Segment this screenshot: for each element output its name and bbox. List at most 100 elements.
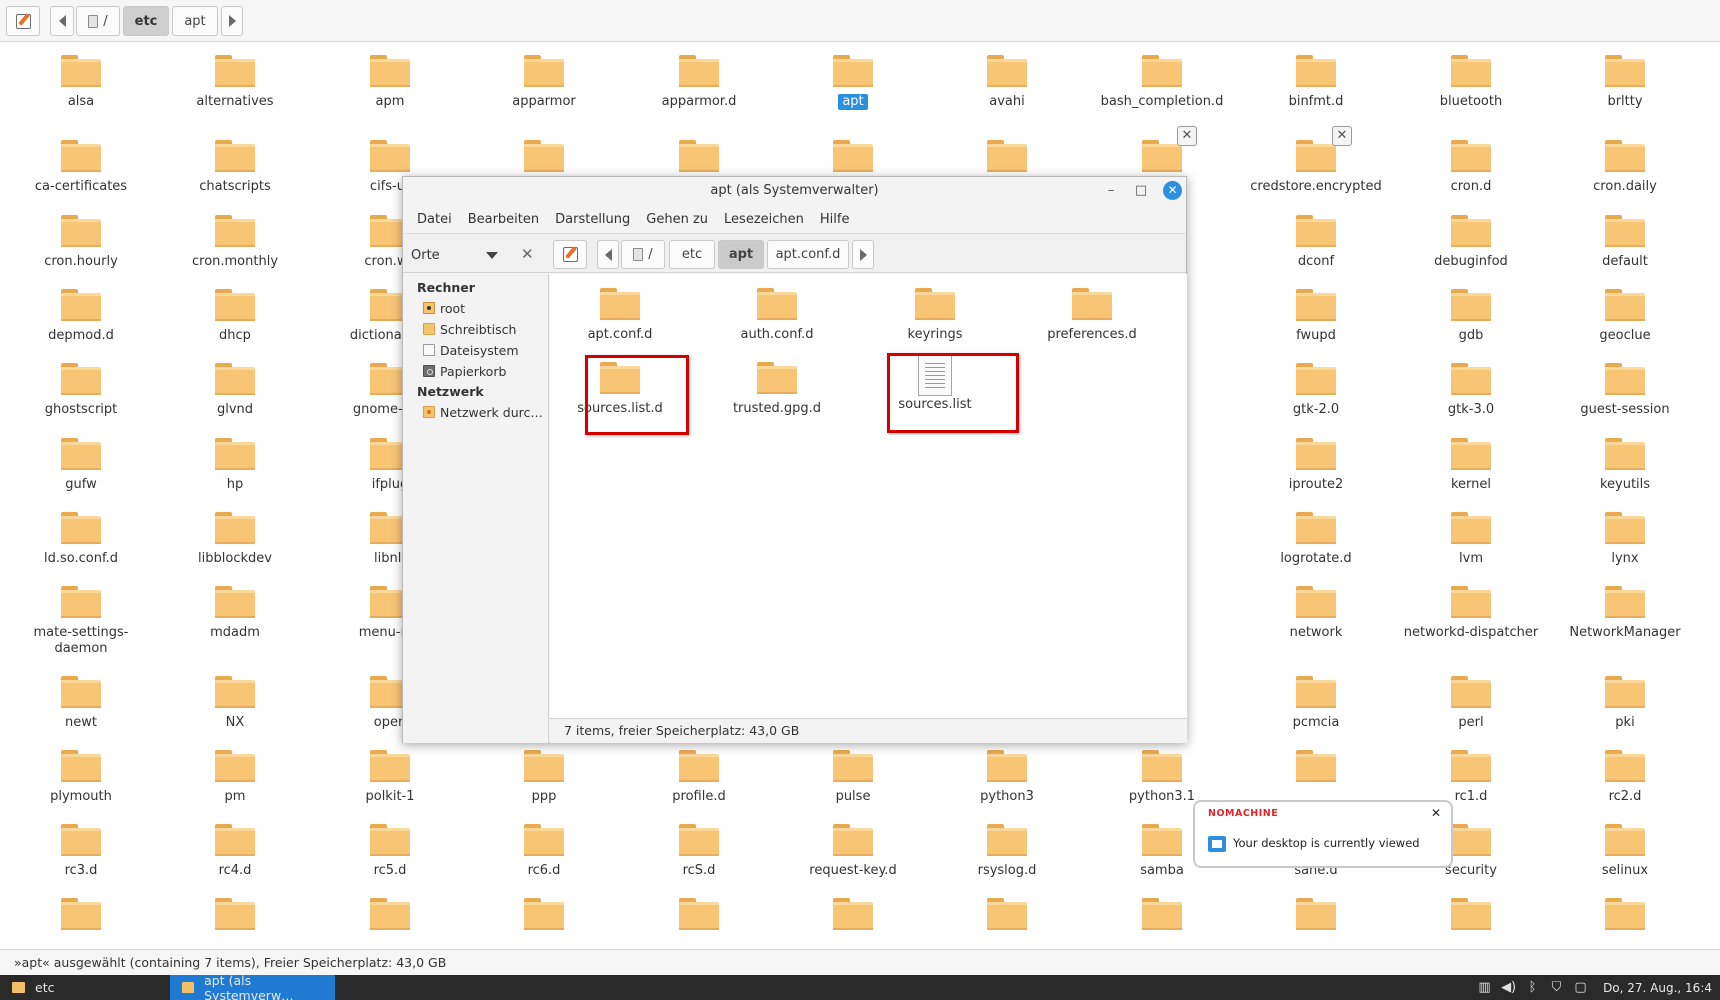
folder-item[interactable]: rc4.d xyxy=(160,824,310,879)
close-sidebar-icon[interactable]: ✕ xyxy=(521,245,534,263)
task-etc[interactable]: etc xyxy=(0,975,168,1000)
menu-datei[interactable]: Datei xyxy=(409,210,460,230)
folder-item[interactable]: alternatives xyxy=(160,55,310,110)
window-icon[interactable]: ▢ xyxy=(1573,980,1588,995)
folder-item[interactable]: network xyxy=(1241,586,1391,641)
folder-item[interactable]: dhcp xyxy=(160,289,310,344)
folder-item[interactable]: debuginfod xyxy=(1396,215,1546,270)
folder-item[interactable]: apt xyxy=(778,55,928,110)
folder-item[interactable]: chatscripts xyxy=(160,140,310,195)
menu-hilfe[interactable]: Hilfe xyxy=(812,210,858,230)
folder-item[interactable]: cron.d xyxy=(1396,140,1546,195)
close-button[interactable]: ✕ xyxy=(1163,181,1182,200)
folder-item[interactable]: keyrings xyxy=(865,288,1005,343)
folder-item[interactable]: python3.1 xyxy=(1087,750,1237,805)
folder-item[interactable]: preferences.d xyxy=(1022,288,1162,343)
sidebar-item-netzwerk[interactable]: Netzwerk durc… xyxy=(423,402,543,422)
sidebar-item-dateisystem[interactable]: Dateisystem xyxy=(423,340,519,360)
folder-item[interactable]: pm xyxy=(160,750,310,805)
folder-item[interactable] xyxy=(469,140,619,172)
folder-item[interactable] xyxy=(1241,898,1391,930)
folder-item[interactable]: request-key.d xyxy=(778,824,928,879)
folder-item[interactable]: rc1.d xyxy=(1396,750,1546,805)
close-icon[interactable]: ✕ xyxy=(1177,126,1197,146)
folder-item[interactable]: cron.daily xyxy=(1550,140,1700,195)
sidebar-item-schreibtisch[interactable]: Schreibtisch xyxy=(423,319,516,339)
folder-item[interactable]: iproute2 xyxy=(1241,438,1391,493)
folder-item[interactable] xyxy=(315,898,465,930)
folder-item[interactable]: apparmor.d xyxy=(624,55,774,110)
clock[interactable]: Do, 27. Aug., 16:4 xyxy=(1603,981,1712,995)
minimize-button[interactable]: – xyxy=(1103,183,1119,199)
volume-icon[interactable]: ◀) xyxy=(1501,980,1516,995)
crumb-etc[interactable]: etc xyxy=(669,240,715,269)
folder-item[interactable]: logrotate.d xyxy=(1241,512,1391,567)
folder-item[interactable]: rcS.d xyxy=(624,824,774,879)
folder-item[interactable] xyxy=(6,898,156,930)
menu-gehen-zu[interactable]: Gehen zu xyxy=(638,210,716,230)
crumb-apt[interactable]: apt xyxy=(172,6,218,36)
folder-item[interactable]: fwupd xyxy=(1241,289,1391,344)
back-button[interactable] xyxy=(597,240,619,269)
folder-item[interactable]: gtk-2.0 xyxy=(1241,363,1391,418)
folder-item[interactable]: trusted.gpg.d xyxy=(707,362,847,417)
folder-item[interactable]: lvm xyxy=(1396,512,1546,567)
folder-item[interactable] xyxy=(1241,750,1391,782)
folder-item[interactable]: cron.hourly xyxy=(6,215,156,270)
folder-item[interactable]: rc2.d xyxy=(1550,750,1700,805)
folder-item[interactable]: gufw xyxy=(6,438,156,493)
maximize-button[interactable]: □ xyxy=(1133,183,1149,199)
folder-item[interactable] xyxy=(778,898,928,930)
menu-darstellung[interactable]: Darstellung xyxy=(547,210,638,230)
folder-item[interactable]: polkit-1 xyxy=(315,750,465,805)
folder-item[interactable]: bash_completion.d xyxy=(1087,55,1237,110)
folder-item[interactable]: python3 xyxy=(932,750,1082,805)
places-select[interactable]: Orte ✕ xyxy=(411,242,536,268)
crumb-root[interactable]: / xyxy=(76,6,120,36)
menu-lesezeichen[interactable]: Lesezeichen xyxy=(716,210,812,230)
folder-item[interactable]: geoclue xyxy=(1550,289,1700,344)
folder-item[interactable]: guest-session xyxy=(1550,363,1700,418)
crumb-root[interactable]: / xyxy=(621,240,665,269)
folder-item[interactable]: apt.conf.d xyxy=(550,288,690,343)
folder-item[interactable]: pki xyxy=(1550,676,1700,731)
folder-item[interactable] xyxy=(1550,898,1700,930)
crumb-apt[interactable]: apt xyxy=(718,240,764,269)
menu-bearbeiten[interactable]: Bearbeiten xyxy=(460,210,547,230)
folder-item[interactable]: mdadm xyxy=(160,586,310,641)
folder-item[interactable]: networkd-dispatcher xyxy=(1396,586,1546,641)
folder-item[interactable]: brltty xyxy=(1550,55,1700,110)
folder-item[interactable]: cron.monthly xyxy=(160,215,310,270)
sidebar-item-root[interactable]: root xyxy=(423,298,465,318)
folder-item[interactable]: glvnd xyxy=(160,363,310,418)
folder-item[interactable]: default xyxy=(1550,215,1700,270)
folder-item[interactable]: NX xyxy=(160,676,310,731)
folder-item[interactable] xyxy=(1087,898,1237,930)
folder-item[interactable] xyxy=(624,898,774,930)
folder-item[interactable]: pulse xyxy=(778,750,928,805)
folder-item[interactable]: selinux xyxy=(1550,824,1700,879)
folder-item[interactable]: apm xyxy=(315,55,465,110)
folder-item[interactable] xyxy=(469,898,619,930)
folder-item[interactable]: NetworkManager xyxy=(1550,586,1700,641)
folder-item[interactable]: rc6.d xyxy=(469,824,619,879)
folder-item[interactable] xyxy=(932,898,1082,930)
folder-item[interactable]: ppp xyxy=(469,750,619,805)
folder-item[interactable]: auth.conf.d xyxy=(707,288,847,343)
folder-item[interactable]: profile.d xyxy=(624,750,774,805)
folder-item[interactable]: plymouth xyxy=(6,750,156,805)
crumb-etc[interactable]: etc xyxy=(123,6,169,36)
folder-item[interactable] xyxy=(932,140,1082,172)
edit-location-button[interactable] xyxy=(6,6,40,36)
shield-icon[interactable]: ⛉ xyxy=(1549,980,1564,995)
folder-item[interactable]: credstore.encrypted xyxy=(1241,140,1391,195)
folder-item[interactable]: alsa xyxy=(6,55,156,110)
folder-item[interactable] xyxy=(778,140,928,172)
folder-item[interactable] xyxy=(1396,898,1546,930)
folder-item[interactable]: binfmt.d xyxy=(1241,55,1391,110)
folder-item[interactable]: avahi xyxy=(932,55,1082,110)
folder-item[interactable]: depmod.d xyxy=(6,289,156,344)
crumb-apt-conf-d[interactable]: apt.conf.d xyxy=(767,240,849,269)
folder-item[interactable]: libblockdev xyxy=(160,512,310,567)
folder-item[interactable]: rc5.d xyxy=(315,824,465,879)
